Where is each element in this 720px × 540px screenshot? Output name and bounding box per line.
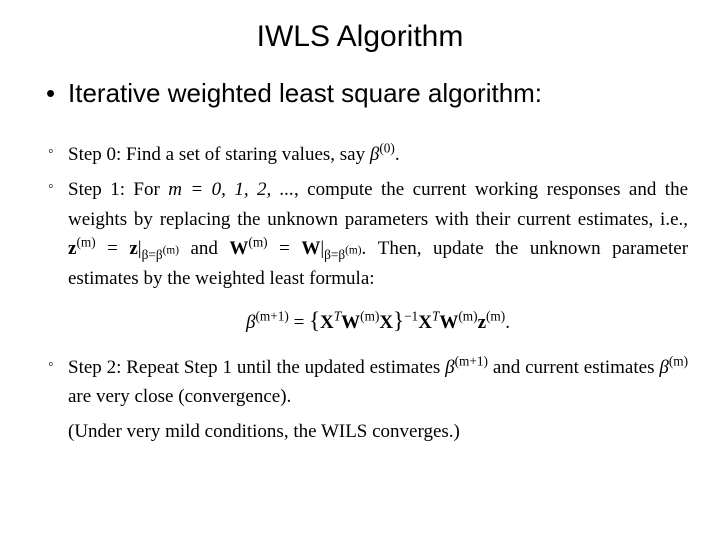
sub-beta-2-sup: (m) [345, 245, 361, 257]
step-0-text: Step 0: Find a set of staring values, sa… [68, 144, 370, 165]
s2-beta2: β [659, 357, 668, 378]
s2-beta1: β [445, 357, 454, 378]
step-0: Step 0: Find a set of staring values, sa… [48, 140, 688, 169]
eq-2: = [268, 238, 302, 259]
f-neg1: −1 [404, 309, 418, 324]
step-2-a: Step 2: Repeat Step 1 until the updated … [68, 357, 445, 378]
f-rbrace: } [393, 308, 404, 333]
step-1: Step 1: For m = 0, 1, 2, ..., compute th… [48, 175, 688, 338]
step-1-after: . Then, update the unknown parameter est… [68, 238, 688, 288]
algorithm-block: Step 0: Find a set of staring values, sa… [48, 140, 688, 447]
main-bullet: Iterative weighted least square algorith… [50, 78, 542, 109]
f-lbrace: { [309, 308, 320, 333]
step-2-b: and current estimates [488, 357, 659, 378]
f-W2-sup: (m) [458, 309, 477, 324]
f-X2: X [379, 312, 393, 333]
f-beta-sup: (m+1) [256, 309, 289, 324]
f-z-sup: (m) [486, 309, 505, 324]
f-eq: = [289, 312, 309, 333]
f-period: . [505, 312, 510, 333]
f-W2: W [439, 312, 458, 333]
f-beta: β [246, 312, 255, 333]
W-symbol: W [229, 238, 248, 259]
z-symbol-2: z [129, 238, 137, 259]
f-W1-sup: (m) [360, 309, 379, 324]
sub-beta-2: β=β(m) [324, 247, 361, 262]
sub-beta-1-text: β=β [142, 247, 163, 262]
s2-beta1-sup: (m+1) [455, 353, 488, 368]
step-1-intro-a: Step 1: For [68, 179, 168, 200]
and-text: and [179, 238, 229, 259]
f-X1: X [320, 312, 334, 333]
f-z: z [478, 312, 486, 333]
eq-1: = [96, 238, 130, 259]
s2-beta2-sup: (m) [669, 353, 688, 368]
convergence-note: (Under very mild conditions, the WILS co… [48, 417, 688, 446]
update-formula: β(m+1) = {XTW(m)X}−1XTW(m)z(m). [68, 303, 688, 338]
slide-title: IWLS Algorithm [0, 20, 720, 54]
f-W1: W [341, 312, 360, 333]
W-sup-m: (m) [248, 235, 267, 250]
z-sup-m: (m) [76, 235, 95, 250]
step-2: Step 2: Repeat Step 1 until the updated … [48, 353, 688, 412]
sub-beta-2-text: β=β [324, 247, 345, 262]
f-X3: X [418, 312, 432, 333]
m-range: m = 0, 1, 2, ... [168, 179, 294, 200]
sub-beta-1-sup: (m) [163, 245, 179, 257]
step-0-suffix: . [395, 144, 400, 165]
beta-symbol: β [370, 144, 379, 165]
W-symbol-2: W [301, 238, 320, 259]
beta-sup-0: (0) [379, 141, 395, 156]
slide: IWLS Algorithm Iterative weighted least … [0, 0, 720, 540]
step-2-c: are very close (convergence). [68, 386, 291, 407]
sub-beta-1: β=β(m) [142, 247, 179, 262]
